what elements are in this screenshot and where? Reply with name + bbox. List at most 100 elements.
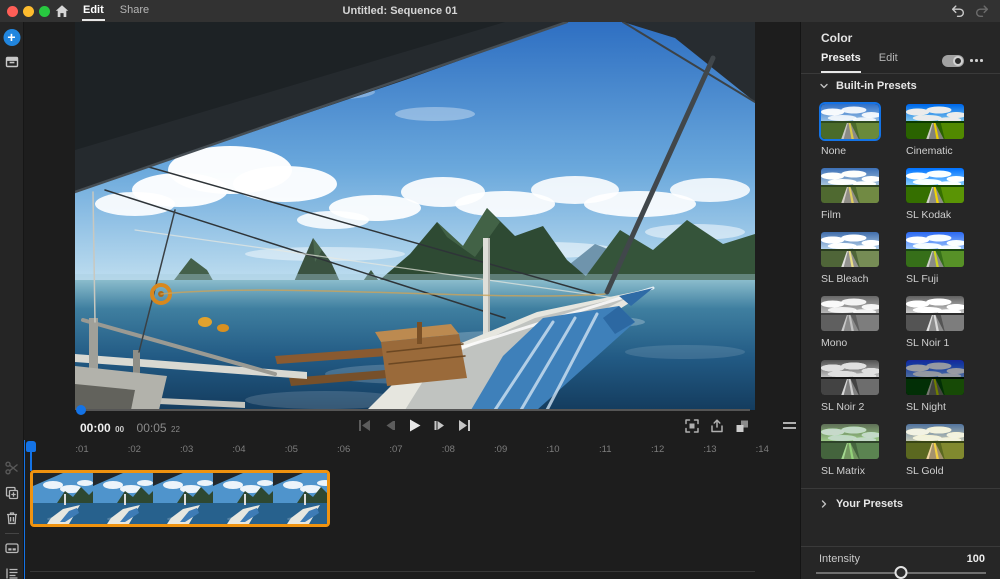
preset-thumbnail	[821, 424, 879, 459]
tab-edit[interactable]: Edit	[82, 0, 105, 22]
preview-scrub-bar[interactable]	[78, 404, 752, 416]
ruler-tick: :05	[285, 444, 298, 455]
preset-thumbnail	[906, 424, 964, 459]
menu-lines-icon	[783, 427, 796, 429]
redo-button[interactable]	[974, 3, 990, 19]
preset-film[interactable]: Film	[821, 168, 879, 232]
current-frames: 00	[115, 425, 124, 434]
play-button[interactable]	[406, 417, 423, 434]
go-to-start-button[interactable]	[356, 417, 373, 434]
ruler-tick: :12	[651, 444, 664, 455]
preset-label: SL Gold	[906, 465, 964, 477]
add-media-button[interactable]: +	[3, 29, 20, 46]
step-back-button[interactable]	[381, 417, 398, 434]
float-window-button[interactable]	[709, 418, 725, 434]
menu-lines-icon	[783, 422, 796, 424]
effect-enable-toggle[interactable]	[942, 55, 964, 67]
close-window-button[interactable]	[7, 6, 18, 17]
preset-label: Cinematic	[906, 145, 964, 157]
intensity-slider[interactable]	[816, 566, 986, 579]
fullscreen-button[interactable]	[684, 418, 700, 434]
duration-time: 00:05	[137, 421, 167, 435]
step-back-icon	[381, 417, 398, 434]
preset-thumbnail	[906, 360, 964, 395]
ruler-tick: :11	[599, 444, 612, 455]
scrub-playhead-knob[interactable]	[76, 405, 86, 415]
zoom-window-button[interactable]	[39, 6, 50, 17]
preset-label: SL Fuji	[906, 273, 964, 285]
captions-button[interactable]	[4, 540, 20, 556]
ruler-tick: :14	[756, 444, 769, 455]
panel-title: Color	[821, 31, 852, 45]
media-browser-button[interactable]	[4, 54, 20, 70]
preset-thumbnail	[821, 232, 879, 267]
ellipsis-icon	[980, 59, 983, 62]
preset-sl-noir-1[interactable]: SL Noir 1	[906, 296, 964, 360]
preset-sl-noir-2[interactable]: SL Noir 2	[821, 360, 879, 424]
track-divider	[30, 571, 755, 572]
scrub-track[interactable]	[80, 409, 750, 411]
undo-button[interactable]	[950, 3, 966, 19]
preset-label: None	[821, 145, 879, 157]
color-panel-tabs: Presets Edit	[821, 52, 898, 70]
scissors-icon	[4, 460, 20, 476]
preview-tools	[684, 418, 750, 434]
video-frame-image	[75, 22, 755, 410]
preset-sl-matrix[interactable]: SL Matrix	[821, 424, 879, 488]
clip-frame-thumbnail	[273, 473, 330, 524]
color-panel: Color Presets Edit Built-in Presets None C…	[800, 22, 1000, 579]
preset-thumbnail	[821, 296, 879, 331]
built-in-presets-header[interactable]: Built-in Presets	[819, 80, 917, 92]
preset-mono[interactable]: Mono	[821, 296, 879, 360]
monitor-menu-button[interactable]	[783, 422, 796, 430]
duplicate-clip-button[interactable]	[4, 485, 20, 501]
timeline-ruler[interactable]: :01:02:03:04:05:06:07:08:09:10:11:12:13:…	[24, 440, 800, 460]
play-icon	[406, 417, 423, 434]
go-to-start-icon	[356, 417, 373, 434]
step-forward-button[interactable]	[431, 417, 448, 434]
preset-none[interactable]: None	[821, 104, 879, 168]
preset-thumbnail	[821, 168, 879, 203]
split-clip-button[interactable]	[4, 460, 20, 476]
ellipsis-icon	[970, 59, 973, 62]
ruler-tick: :01	[75, 444, 88, 455]
topbar-tabs: Edit Share	[82, 0, 150, 22]
ruler-tick: :09	[494, 444, 507, 455]
your-presets-header[interactable]: Your Presets	[819, 498, 903, 510]
float-window-icon	[709, 418, 725, 434]
preset-sl-fuji[interactable]: SL Fuji	[906, 232, 964, 296]
preset-grid: None Cinematic Film SL Kodak SL Bleach SL Fuj…	[821, 104, 964, 488]
intensity-label: Intensity	[819, 553, 860, 565]
panel-divider	[801, 546, 1000, 547]
track-controls-button[interactable]	[4, 565, 20, 579]
preset-label: SL Night	[906, 401, 964, 413]
home-button[interactable]	[54, 3, 70, 19]
video-preview	[75, 22, 755, 410]
preset-sl-night[interactable]: SL Night	[906, 360, 964, 424]
timeline-clip[interactable]	[30, 470, 330, 527]
color-tab-edit[interactable]: Edit	[879, 52, 898, 70]
intensity-slider-knob[interactable]	[895, 566, 908, 579]
preset-label: SL Matrix	[821, 465, 879, 477]
preset-sl-gold[interactable]: SL Gold	[906, 424, 964, 488]
preset-sl-bleach[interactable]: SL Bleach	[821, 232, 879, 296]
preset-cinematic[interactable]: Cinematic	[906, 104, 964, 168]
preset-label: Film	[821, 209, 879, 221]
captions-icon	[4, 540, 20, 556]
tab-share[interactable]: Share	[119, 0, 150, 22]
panel-options-button[interactable]	[970, 59, 983, 62]
plus-icon: +	[7, 30, 15, 45]
playhead-handle[interactable]	[26, 441, 36, 452]
preset-thumbnail	[906, 104, 964, 139]
delete-clip-button[interactable]	[4, 510, 20, 526]
preset-sl-kodak[interactable]: SL Kodak	[906, 168, 964, 232]
color-tab-presets[interactable]: Presets	[821, 52, 861, 70]
duplicate-icon	[4, 485, 20, 501]
media-bin-icon	[4, 54, 20, 70]
playback-quality-button[interactable]	[734, 418, 750, 434]
ruler-tick: :07	[389, 444, 402, 455]
title-bar: EditShare Untitled: Sequence 01	[0, 0, 1000, 22]
minimize-window-button[interactable]	[23, 6, 34, 17]
go-to-end-button[interactable]	[456, 417, 473, 434]
playback-quality-icon	[734, 418, 750, 434]
